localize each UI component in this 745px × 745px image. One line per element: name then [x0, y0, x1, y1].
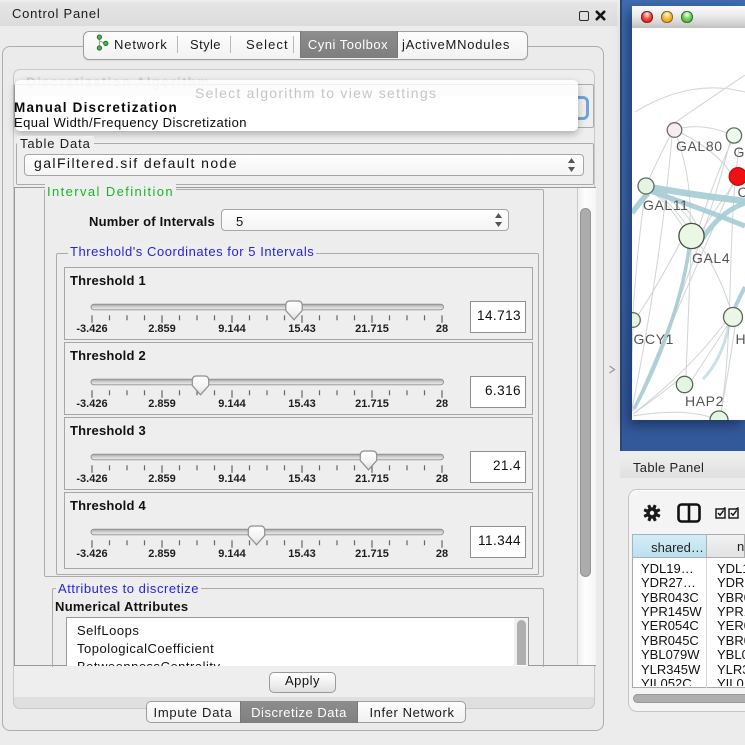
- svg-text:GCY1: GCY1: [634, 331, 675, 347]
- svg-text:HAP2: HAP2: [685, 393, 724, 409]
- svg-text:GAL4: GAL4: [692, 250, 730, 266]
- svg-text:GAL80: GAL80: [676, 138, 723, 154]
- svg-text:GA: GA: [734, 144, 745, 160]
- svg-text:C: C: [738, 184, 745, 200]
- svg-text:GAL11: GAL11: [643, 197, 689, 213]
- svg-text:HI: HI: [736, 331, 745, 347]
